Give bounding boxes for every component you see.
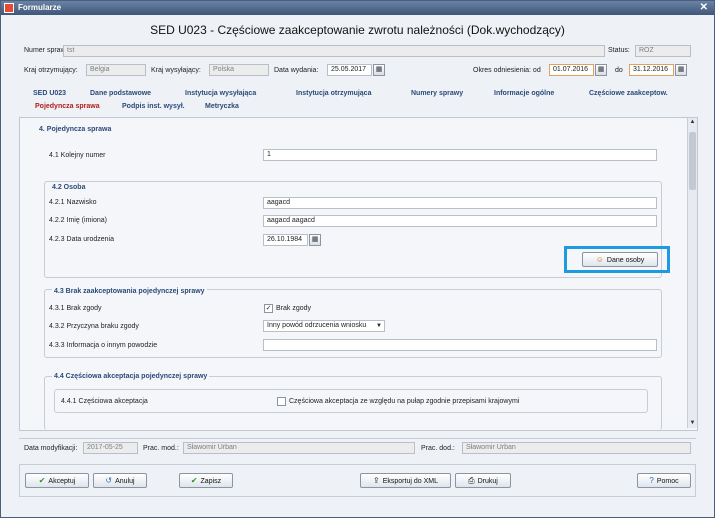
tab-sed-u023[interactable]: SED U023 [33,90,66,97]
printer-icon: ⎙ [468,476,475,485]
recv-country-field[interactable]: Belgia [86,64,146,76]
check-icon: ✔ [190,476,198,485]
add-user-field[interactable]: Sławomir Urban [462,442,691,454]
section-4-2-title: 4.2 Osoba [52,184,86,191]
export-icon: ⇪ [373,476,380,485]
export-xml-button[interactable]: ⇪ Eksportuj do XML [360,473,451,488]
calendar-icon[interactable]: ▦ [675,64,687,76]
title-bar: Formularze ✕ [1,1,714,15]
issue-date-field[interactable]: 25.05.2017 [327,64,372,76]
help-button[interactable]: ? Pomoc [637,473,691,488]
mod-user-label: Prac. mod.: [143,445,179,452]
cancel-button[interactable]: ↺ Anuluj [93,473,147,488]
f441-label: 4.4.1 Częściowa akceptacja [61,398,148,405]
period-label: Okres odniesienia: od [473,67,541,74]
send-country-field[interactable]: Polska [209,64,269,76]
f423-field[interactable]: 26.10.1984 [263,234,308,246]
tab-instytucja-wysylajaca[interactable]: Instytucja wysyłająca [185,90,256,97]
tab-metryczka[interactable]: Metryczka [205,103,239,110]
add-user-label: Prac. dod.: [421,445,455,452]
form-window: Formularze ✕ SED U023 - Częściowe zaakce… [0,0,715,518]
chevron-down-icon: ▼ [376,323,382,329]
section-4-3-title: 4.3 Brak zaakceptowania pojedynczej spra… [52,288,207,295]
mod-date-field[interactable]: 2017-05-25 [83,442,138,454]
save-button-label: Zapisz [200,478,222,485]
export-xml-button-label: Eksportuj do XML [382,478,438,485]
f421-label: 4.2.1 Nazwisko [49,199,97,206]
cancel-button-label: Anuluj [115,478,135,485]
scroll-up-icon[interactable]: ▲ [688,118,697,127]
tab-dane-podstawowe[interactable]: Dane podstawowe [90,90,151,97]
f423-label: 4.2.3 Data urodzenia [49,236,114,243]
reason-select-value: Inny powód odrzucenia wniosku [267,322,367,329]
period-to-field[interactable]: 31.12.2016 [629,64,674,76]
case-no-field[interactable]: tst [63,45,605,57]
f432-label: 4.3.2 Przyczyna braku zgody [49,323,139,330]
tab-czesciowe-zaakceptow[interactable]: Częściowe zaakceptow. [589,90,668,97]
f422-label: 4.2.2 Imię (imiona) [49,217,107,224]
section-4-4-title: 4.4 Częściowa akceptacja pojedynczej spr… [52,373,210,380]
f441-check-label: Częściowa akceptacja ze względu na pułap… [289,398,520,405]
mod-date-label: Data modyfikacji: [24,445,78,452]
tab-instytucja-otrzymujaca[interactable]: Instytucja otrzymująca [296,90,371,97]
period-from-field[interactable]: 01.07.2016 [549,64,594,76]
f41-label: 4.1 Kolejny numer [49,152,106,159]
help-button-label: Pomoc [656,478,679,485]
f422-field[interactable]: aagacd aagacd [263,215,657,227]
f421-field[interactable]: aagacd [263,197,657,209]
content-panel: 4. Pojedyncza sprawa 4.1 Kolejny numer 1… [19,117,698,431]
no-consent-checkbox[interactable]: ✓ [264,304,273,313]
calendar-icon[interactable]: ▦ [309,234,321,246]
window-title: Formularze [18,3,62,12]
tab-informacje-ogolne[interactable]: Informacje ogólne [494,90,554,97]
help-icon: ? [649,476,654,485]
section-4-title: 4. Pojedyncza sprawa [39,126,112,133]
print-button[interactable]: ⎙ Drukuj [455,473,511,488]
highlight-frame [564,246,670,273]
scroll-thumb[interactable] [689,132,696,190]
f431-check-label: Brak zgody [276,305,312,312]
send-country-label: Kraj wysyłający: [151,67,201,74]
accept-button-label: Akceptuj [48,478,76,485]
status-field[interactable]: ROZ [635,45,691,57]
calendar-icon[interactable]: ▦ [373,64,385,76]
check-icon: ✔ [38,476,46,485]
tab-numery-sprawy[interactable]: Numery sprawy [411,90,463,97]
app-icon [4,3,14,13]
tab-podpis-inst[interactable]: Podpis inst. wysył. [122,103,185,110]
f433-field[interactable] [263,339,657,351]
calendar-icon[interactable]: ▦ [595,64,607,76]
period-to-label: do [615,67,623,74]
undo-icon: ↺ [105,476,113,485]
print-button-label: Drukuj [477,478,498,485]
partial-accept-checkbox[interactable] [277,397,286,406]
accept-button[interactable]: ✔ Akceptuj [25,473,89,488]
scroll-down-icon[interactable]: ▼ [688,419,697,428]
mod-user-field[interactable]: Sławomir Urban [183,442,415,454]
f433-label: 4.3.3 Informacja o innym powodzie [49,342,158,349]
f431-label: 4.3.1 Brak zgody [49,305,102,312]
tab-pojedyncza-sprawa[interactable]: Pojedyncza sprawa [35,103,100,110]
save-button[interactable]: ✔ Zapisz [179,473,233,488]
close-icon[interactable]: ✕ [700,1,708,15]
issue-date-label: Data wydania: [274,67,319,74]
status-label: Status: [608,47,630,54]
recv-country-label: Kraj otrzymujący: [24,67,78,74]
vertical-scrollbar[interactable]: ▲ ▼ [687,118,697,428]
f41-field[interactable]: 1 [263,149,657,161]
reason-select[interactable]: Inny powód odrzucenia wniosku ▼ [263,320,385,332]
form-title: SED U023 - Częściowe zaakceptowanie zwro… [150,23,565,37]
